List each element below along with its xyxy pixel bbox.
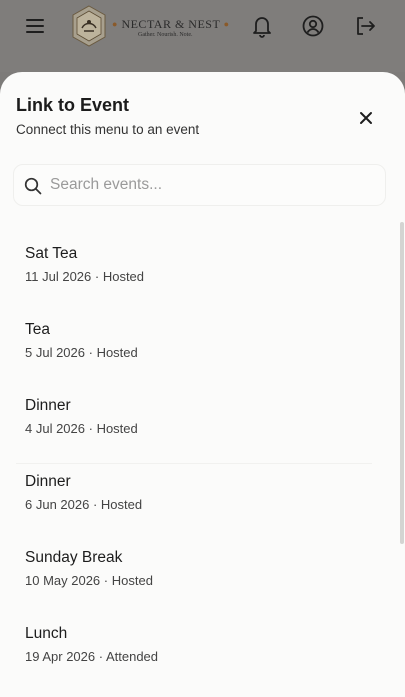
event-item[interactable]: Dinner 6 Jun 2026 · Hosted	[12, 465, 376, 537]
search-input[interactable]	[50, 169, 380, 201]
bell-icon[interactable]	[249, 13, 275, 39]
logout-icon[interactable]	[352, 13, 378, 39]
search-icon	[24, 177, 42, 195]
event-item[interactable]: Tea 5 Jul 2026 · Hosted	[12, 313, 376, 385]
brand-tagline: Gather. Nourish. Note.	[138, 32, 193, 38]
event-name: Tea	[25, 321, 50, 338]
event-meta: 11 Jul 2026 · Hosted	[25, 269, 145, 284]
close-button[interactable]	[352, 104, 380, 132]
event-meta: 4 Jul 2026 · Hosted	[25, 421, 138, 436]
menu-icon[interactable]	[22, 13, 48, 39]
brand-name: ● NECTAR & NEST ●	[112, 17, 230, 31]
list-scrollbar[interactable]	[400, 222, 404, 544]
sheet-title: Link to Event	[16, 95, 130, 115]
event-meta: 10 May 2026 · Hosted	[25, 573, 153, 588]
brand-logo[interactable]: ● NECTAR & NEST ● Gather. Nourish. Note.	[68, 4, 234, 50]
account-icon[interactable]	[300, 13, 326, 39]
event-meta: 5 Jul 2026 · Hosted	[25, 345, 138, 360]
event-name: Dinner	[25, 473, 71, 490]
event-name: Lunch	[25, 625, 68, 642]
event-meta: 19 Apr 2026 · Attended	[25, 649, 159, 664]
event-item[interactable]: Lunch 19 Apr 2026 · Attended	[12, 617, 376, 689]
event-name: Dinner	[25, 397, 71, 414]
event-meta: 6 Jun 2026 · Hosted	[25, 497, 143, 512]
link-event-sheet: Link to Event Connect this menu to an ev…	[0, 72, 405, 697]
sheet-subtitle: Connect this menu to an event	[16, 122, 200, 137]
event-item[interactable]: Sat Tea 11 Jul 2026 · Hosted	[12, 237, 376, 309]
event-item[interactable]: Sunday Break 10 May 2026 · Hosted	[12, 541, 376, 613]
event-item[interactable]: Dinner 4 Jul 2026 · Hosted	[12, 389, 376, 464]
event-list[interactable]: Sat Tea 11 Jul 2026 · Hosted Tea 5 Jul 2…	[0, 215, 398, 697]
event-name: Sunday Break	[25, 549, 123, 566]
close-icon	[360, 112, 372, 124]
app-header: ● NECTAR & NEST ● Gather. Nourish. Note.	[0, 0, 405, 72]
brand-emblem-icon	[72, 5, 106, 47]
event-name: Sat Tea	[25, 245, 78, 262]
search-box[interactable]	[13, 164, 386, 206]
